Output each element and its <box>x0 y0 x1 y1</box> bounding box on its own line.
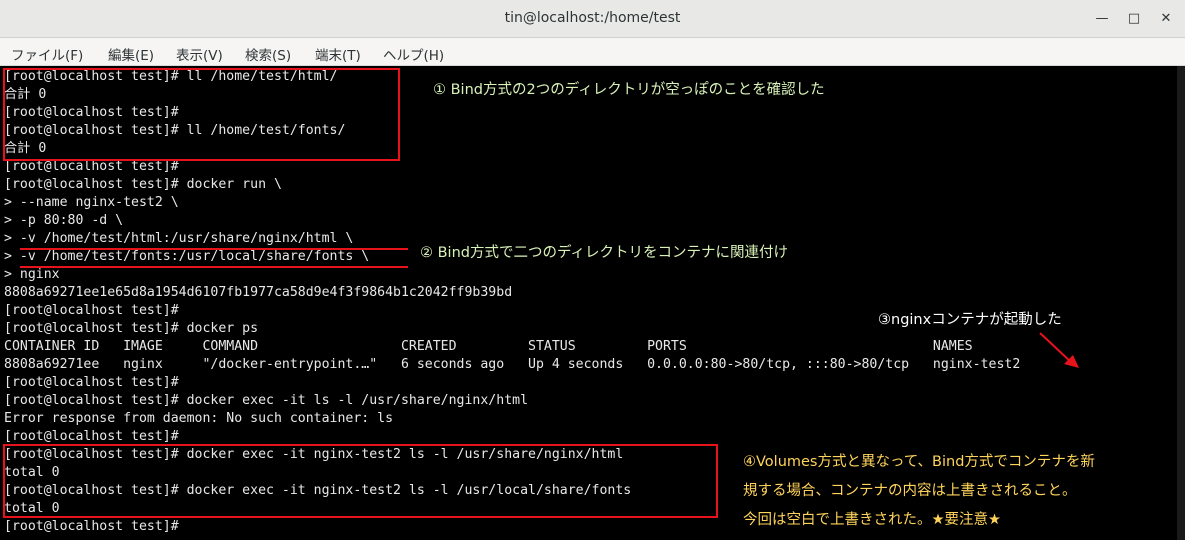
terminal-line: CONTAINER ID IMAGE COMMAND CREATED STATU… <box>4 339 973 354</box>
terminal-line: Error response from daemon: No such cont… <box>4 411 394 426</box>
arrow-icon <box>1039 332 1079 368</box>
title-bar: tin@localhost:/home/test — □ ✕ <box>0 0 1185 38</box>
menu-file[interactable]: ファイル(F) <box>11 44 83 64</box>
menu-terminal[interactable]: 端末(T) <box>315 44 361 64</box>
terminal-line: [root@localhost test]# <box>4 375 179 390</box>
terminal-line: 8808a69271ee nginx "/docker-entrypoint.…… <box>4 357 1021 372</box>
terminal-line: [root@localhost test]# <box>4 519 179 534</box>
terminal-line: > -v /home/test/fonts:/usr/local/share/f… <box>4 249 370 264</box>
window-title: tin@localhost:/home/test <box>504 10 681 26</box>
terminal-line: 8808a69271ee1e65d8a1954d6107fb1977ca58d9… <box>4 285 513 300</box>
highlight-box-exec-results <box>3 444 718 518</box>
annotation-2: ② Bind方式で二つのディレクトリをコンテナに関連付け <box>420 245 788 261</box>
terminal-line: [root@localhost test]# docker run \ <box>4 177 282 192</box>
annotation-4-line2: 規する場合、コンテナの内容は上書きされること。 <box>743 483 1077 499</box>
terminal-line: [root@localhost test]# docker exec -it l… <box>4 393 529 408</box>
terminal-line: > -v /home/test/html:/usr/share/nginx/ht… <box>4 231 354 246</box>
annotation-1: ① Bind方式の2つのディレクトリが空っぽのことを確認した <box>433 82 825 98</box>
menu-edit[interactable]: 編集(E) <box>108 44 154 64</box>
terminal-line: > --name nginx-test2 \ <box>4 195 179 210</box>
maximize-icon[interactable]: □ <box>1124 9 1144 29</box>
terminal-line: > -p 80:80 -d \ <box>4 213 124 228</box>
underline-bind-html <box>20 248 408 250</box>
terminal-line: > nginx <box>4 267 60 282</box>
menu-bar: ファイル(F) 編集(E) 表示(V) 検索(S) 端末(T) ヘルプ(H) <box>0 38 1185 66</box>
highlight-box-empty-dirs <box>3 68 400 161</box>
minimize-icon[interactable]: — <box>1092 9 1112 29</box>
annotation-4-line3: 今回は空白で上書きされた。★要注意★ <box>743 512 1001 528</box>
terminal-line: [root@localhost test]# docker ps <box>4 321 259 336</box>
close-icon[interactable]: ✕ <box>1156 9 1176 29</box>
terminal-scrollbar[interactable] <box>1177 66 1185 540</box>
terminal-line: [root@localhost test]# <box>4 303 179 318</box>
annotation-4-line1: ④Volumes方式と異なって、Bind方式でコンテナを新 <box>743 454 1095 470</box>
menu-view[interactable]: 表示(V) <box>176 44 223 64</box>
menu-search[interactable]: 検索(S) <box>245 44 291 64</box>
underline-bind-fonts <box>20 266 408 268</box>
annotation-3: ③nginxコンテナが起動した <box>878 312 1062 328</box>
menu-help[interactable]: ヘルプ(H) <box>383 44 444 64</box>
